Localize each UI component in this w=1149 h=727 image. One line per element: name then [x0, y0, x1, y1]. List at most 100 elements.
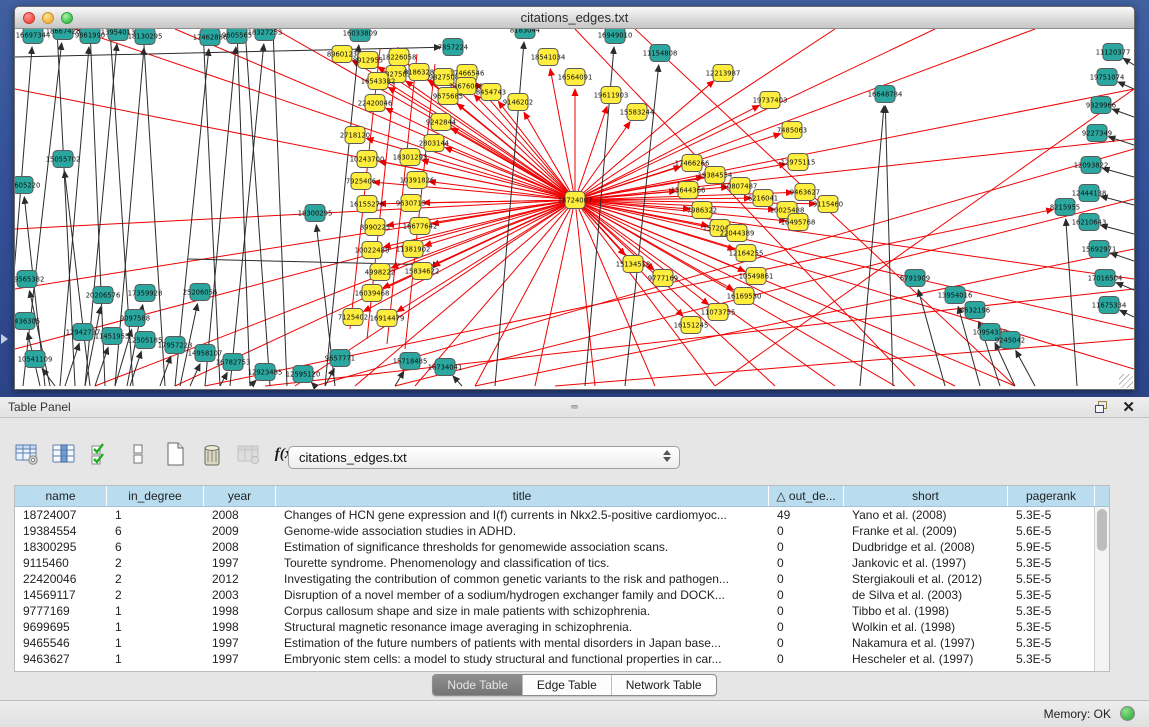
graph-node[interactable]: 20206576 [86, 287, 121, 304]
column-header-short[interactable]: short [844, 486, 1008, 506]
graph-node[interactable]: 7925406 [346, 173, 376, 190]
window-resize-grip[interactable] [1119, 374, 1133, 388]
column-header-year[interactable]: year [204, 486, 276, 506]
graph-node[interactable]: 15692971 [1082, 241, 1117, 258]
table-settings-icon[interactable] [14, 441, 40, 467]
row-height-icon[interactable] [125, 441, 151, 467]
select-rows-icon[interactable] [88, 441, 114, 467]
graph-node[interactable]: 7485063 [777, 122, 807, 139]
graph-node[interactable]: 8990225 [360, 219, 390, 236]
graph-node[interactable]: 9227349 [1082, 125, 1112, 142]
network-window-titlebar[interactable]: citations_edges.txt [15, 7, 1134, 29]
graph-node[interactable]: 17016504 [1088, 270, 1123, 287]
table-row[interactable]: 1830029562008Estimation of significance … [15, 539, 1109, 555]
graph-node[interactable]: 15055702 [46, 151, 81, 168]
graph-node[interactable]: 11154808 [643, 45, 678, 62]
graph-node[interactable]: 17466266 [675, 155, 710, 172]
table-row[interactable]: 1938455462009Genome-wide association stu… [15, 523, 1109, 539]
graph-node[interactable]: 9436305 [15, 313, 40, 330]
graph-node[interactable]: 12975115 [781, 154, 816, 171]
table-row[interactable]: 969969511998Structural magnetic resonanc… [15, 619, 1109, 635]
tab-node-table[interactable]: Node Table [433, 675, 523, 695]
delete-column-icon[interactable] [199, 441, 225, 467]
graph-node[interactable]: 9115460 [813, 196, 843, 213]
graph-node[interactable]: 12093822 [1074, 157, 1109, 174]
close-icon[interactable]: ✕ [1122, 398, 1135, 416]
graph-edge [535, 200, 575, 386]
network-graph[interactable]: 1872400789601238912955182260589827503165… [15, 29, 1134, 389]
graph-node[interactable]: 18605220 [15, 177, 40, 194]
graph-node[interactable]: 15583244 [620, 104, 655, 121]
graph-node[interactable]: 18130295 [128, 29, 163, 45]
graph-node[interactable]: 9463627 [790, 184, 820, 201]
graph-node[interactable]: 19751074 [1090, 69, 1125, 86]
table-row[interactable]: 946554611997Estimation of the future num… [15, 635, 1109, 651]
graph-node[interactable]: 12213987 [706, 65, 741, 82]
graph-node[interactable]: 18300295 [298, 205, 333, 222]
graph-node[interactable]: 11073755 [701, 304, 736, 321]
panel-splitter-handle[interactable] [571, 405, 578, 409]
graph-node[interactable]: 12923485 [248, 364, 283, 381]
new-column-icon[interactable] [162, 441, 188, 467]
column-header-title[interactable]: title [276, 486, 769, 506]
network-canvas[interactable]: 1872400789601238912955182260589827503165… [15, 29, 1134, 389]
graph-node[interactable]: 18226058 [382, 49, 417, 66]
collapsed-panel-arrow-icon[interactable] [1, 334, 8, 344]
graph-node[interactable]: 11120377 [1096, 44, 1131, 61]
column-header-outde[interactable]: △ out_de... [769, 486, 844, 506]
graph-node[interactable]: 9329966 [1086, 97, 1116, 114]
graph-node[interactable]: 16914479 [370, 310, 405, 327]
graph-node[interactable]: 9657771 [325, 350, 355, 367]
table-row[interactable]: 911546021997Tourette syndrome. Phenomeno… [15, 555, 1109, 571]
vertical-scrollbar[interactable] [1094, 507, 1109, 671]
graph-node[interactable]: 18541034 [531, 49, 566, 66]
column-header-name[interactable]: name [15, 486, 107, 506]
graph-node[interactable]: 6216041 [748, 190, 778, 207]
scrollbar-thumb[interactable] [1097, 509, 1107, 551]
graph-node[interactable]: 16734041 [428, 359, 463, 376]
graph-node[interactable]: 10807487 [723, 178, 758, 195]
table-row[interactable]: 1872400712008Changes of HCN gene express… [15, 507, 1109, 523]
graph-node[interactable]: 10541109 [18, 351, 53, 368]
graph-node[interactable]: 16210643 [1072, 214, 1107, 231]
graph-node[interactable]: 10243700 [350, 151, 385, 168]
graph-node[interactable]: 19611903 [594, 87, 629, 104]
table-row[interactable]: 946362711997Embryonic stem cells: a mode… [15, 651, 1109, 667]
tab-network-table[interactable]: Network Table [612, 675, 716, 695]
graph-node[interactable]: 10022488 [355, 242, 390, 259]
graph-node[interactable]: 15134518 [616, 256, 651, 273]
graph-node[interactable]: 9097588 [120, 310, 150, 327]
table-cell: 1 [107, 651, 204, 667]
graph-node[interactable]: 18327253 [248, 29, 283, 41]
tab-edge-table[interactable]: Edge Table [523, 675, 612, 695]
graph-node[interactable]: 16677642 [403, 218, 438, 235]
float-window-icon[interactable] [1095, 401, 1109, 414]
graph-node[interactable]: 8183044 [510, 29, 540, 39]
graph-node[interactable]: 9146202 [503, 94, 533, 111]
table-row[interactable]: 977716911998Corpus callosum shape and si… [15, 603, 1109, 619]
graph-node[interactable]: 12164255 [729, 245, 764, 262]
graph-node[interactable]: 16949010 [598, 29, 633, 44]
column-header-pagerank[interactable]: pagerank [1008, 486, 1095, 506]
graph-node[interactable]: 18301293 [393, 149, 428, 166]
select-columns-icon[interactable] [51, 441, 77, 467]
graph-node[interactable]: 2718120 [340, 127, 370, 144]
table-row[interactable]: 1456911722003Disruption of a novel membe… [15, 587, 1109, 603]
graph-node[interactable]: 8632196 [960, 302, 990, 319]
memory-status-icon[interactable] [1120, 706, 1135, 721]
column-header-indegree[interactable]: in_degree [107, 486, 204, 506]
graph-node[interactable]: 16564091 [558, 69, 593, 86]
graph-node[interactable]: 8215955 [1050, 199, 1080, 216]
graph-node[interactable]: 12444138 [1072, 185, 1107, 202]
graph-node[interactable]: 6791909 [900, 270, 930, 287]
graph-node[interactable]: 25206056 [183, 284, 218, 301]
graph-node[interactable]: 17359928 [128, 285, 163, 302]
graph-node[interactable]: 16169530 [727, 288, 762, 305]
graph-node[interactable]: 4998222 [365, 264, 395, 281]
graph-node[interactable]: 7857224 [438, 39, 468, 56]
graph-node[interactable]: 16033809 [343, 29, 378, 42]
table-row[interactable]: 2242004622012Investigating the contribut… [15, 571, 1109, 587]
graph-node[interactable]: 16648784 [868, 86, 903, 103]
graph-node[interactable]: 19384554 [698, 167, 733, 184]
table-selector-dropdown[interactable]: citations_edges.txt [288, 446, 680, 469]
